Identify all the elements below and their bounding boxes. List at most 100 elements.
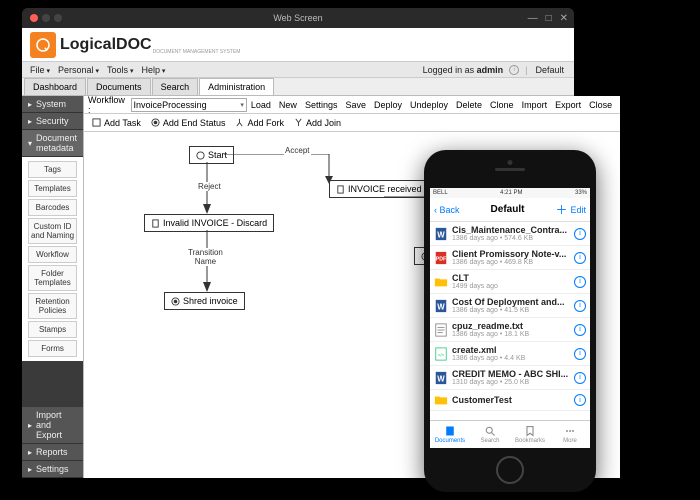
submenu-custom-id[interactable]: Custom ID and Naming [28, 218, 77, 244]
phone-tabbar: Documents Search Bookmarks More [430, 420, 590, 448]
default-button[interactable]: Default [529, 65, 570, 75]
submenu-workflow[interactable]: Workflow [28, 246, 77, 263]
titlebar: Web Screen — □ ✕ [22, 8, 574, 28]
wf-deploy-button[interactable]: Deploy [370, 100, 406, 110]
tab-phone-search[interactable]: Search [470, 421, 510, 448]
file-row[interactable]: </>create.xml1386 days ago • 4.4 KBi [430, 342, 590, 366]
tab-dashboard[interactable]: Dashboard [24, 78, 86, 95]
task-icon [92, 118, 101, 127]
file-row[interactable]: WCost Of Deployment and...1386 days ago … [430, 294, 590, 318]
tab-administration[interactable]: Administration [199, 78, 274, 95]
carrier-label: BELL [433, 190, 448, 196]
sidebar-item-document-metadata[interactable]: Document metadata [22, 130, 83, 157]
tab-documents[interactable]: Documents [430, 421, 470, 448]
menu-personal[interactable]: Personal [54, 65, 103, 75]
home-button[interactable] [496, 456, 524, 484]
minimize-window-button[interactable] [42, 14, 50, 22]
zoom-window-button[interactable] [54, 14, 62, 22]
file-row[interactable]: cpuz_readme.txt1386 days ago • 18.1 KBi [430, 318, 590, 342]
submenu-barcodes[interactable]: Barcodes [28, 199, 77, 216]
wf-label-accept: Accept [284, 146, 310, 155]
wf-import-button[interactable]: Import [518, 100, 552, 110]
add-join-button[interactable]: Add Join [290, 118, 345, 128]
workflow-label: Workflow : [88, 95, 129, 115]
file-name: CLT [452, 273, 570, 283]
end-status-icon [151, 118, 160, 127]
file-meta: 1386 days ago • 4.4 KB [452, 355, 570, 362]
file-icon [434, 393, 448, 407]
tab-more[interactable]: More [550, 421, 590, 448]
add-end-status-button[interactable]: Add End Status [147, 118, 230, 128]
file-meta: 1310 days ago • 25.0 KB [452, 379, 570, 386]
sidebar-item-settings[interactable]: Settings [22, 461, 83, 478]
wf-new-button[interactable]: New [275, 100, 301, 110]
win-controls: — □ ✕ [528, 13, 568, 24]
file-info-button[interactable]: i [574, 394, 586, 406]
tab-search[interactable]: Search [152, 78, 199, 95]
sidebar-item-reports[interactable]: Reports [22, 444, 83, 461]
submenu-forms[interactable]: Forms [28, 340, 77, 357]
info-icon[interactable]: i [509, 65, 519, 75]
sidebar-item-security[interactable]: Security [22, 113, 83, 130]
workflow-select[interactable]: InvoiceProcessing [131, 98, 247, 112]
wf-save-button[interactable]: Save [341, 100, 370, 110]
menu-help[interactable]: Help [137, 65, 169, 75]
start-icon [196, 151, 205, 160]
wf-clone-button[interactable]: Clone [486, 100, 518, 110]
file-name: Cis_Maintenance_Contra... [452, 225, 570, 235]
menu-tools[interactable]: Tools [103, 65, 137, 75]
wf-settings-button[interactable]: Settings [301, 100, 342, 110]
menu-file[interactable]: File [26, 65, 54, 75]
wf-load-button[interactable]: Load [247, 100, 275, 110]
file-row[interactable]: WCis_Maintenance_Contra...1386 days ago … [430, 222, 590, 246]
file-row[interactable]: PDFClient Promissory Note-v...1386 days … [430, 246, 590, 270]
file-info-button[interactable]: i [574, 228, 586, 240]
file-row[interactable]: WCREDIT MEMO - ABC SHI...1310 days ago •… [430, 366, 590, 390]
svg-text:W: W [437, 374, 445, 383]
file-row[interactable]: CustomerTesti [430, 390, 590, 411]
end-icon [171, 297, 180, 306]
submenu-stamps[interactable]: Stamps [28, 321, 77, 338]
sidebar-item-import-export[interactable]: Import and Export [22, 407, 83, 444]
traffic-lights [30, 14, 62, 22]
status-time: 4:21 PM [500, 190, 522, 196]
sidebar-item-system[interactable]: System [22, 96, 83, 113]
file-info-button[interactable]: i [574, 252, 586, 264]
wf-export-button[interactable]: Export [551, 100, 585, 110]
submenu-tags[interactable]: Tags [28, 161, 77, 178]
minimize-icon[interactable]: — [528, 13, 538, 24]
back-button[interactable]: ‹ Back [434, 205, 460, 215]
wf-delete-button[interactable]: Delete [452, 100, 486, 110]
edit-button[interactable]: Edit [570, 205, 586, 215]
phone-screen: BELL 4:21 PM 33% ‹ Back Default ＋ Edit W… [430, 188, 590, 448]
wf-node-shred[interactable]: Shred invoice [164, 292, 245, 310]
add-button[interactable]: ＋ [555, 201, 567, 218]
file-info-button[interactable]: i [574, 348, 586, 360]
file-icon: W [434, 371, 448, 385]
submenu-templates[interactable]: Templates [28, 180, 77, 197]
sidebar-submenu: Tags Templates Barcodes Custom ID and Na… [22, 157, 83, 361]
tab-documents[interactable]: Documents [87, 78, 151, 95]
wf-close-button[interactable]: Close [585, 100, 616, 110]
maximize-icon[interactable]: □ [546, 13, 552, 24]
svg-text:PDF: PDF [436, 256, 447, 262]
submenu-folder-templates[interactable]: Folder Templates [28, 265, 77, 291]
status-battery: 33% [575, 190, 587, 196]
file-name: Client Promissory Note-v... [452, 249, 570, 259]
file-list[interactable]: W Cis_Maintenance_Contra... 1386 days ago … [430, 222, 590, 420]
add-fork-button[interactable]: Add Fork [231, 118, 288, 128]
svg-text:</>: </> [438, 352, 445, 357]
wf-undeploy-button[interactable]: Undeploy [406, 100, 452, 110]
file-info-button[interactable]: i [574, 324, 586, 336]
file-info-button[interactable]: i [574, 300, 586, 312]
file-row[interactable]: CLT1499 days agoi [430, 270, 590, 294]
file-info-button[interactable]: i [574, 276, 586, 288]
add-task-button[interactable]: Add Task [88, 118, 145, 128]
folder-title: Default [460, 204, 556, 215]
tab-bookmarks[interactable]: Bookmarks [510, 421, 550, 448]
file-info-button[interactable]: i [574, 372, 586, 384]
close-icon[interactable]: ✕ [560, 13, 568, 24]
submenu-retention[interactable]: Retention Policies [28, 293, 77, 319]
close-window-button[interactable] [30, 14, 38, 22]
file-icon: W [434, 299, 448, 313]
